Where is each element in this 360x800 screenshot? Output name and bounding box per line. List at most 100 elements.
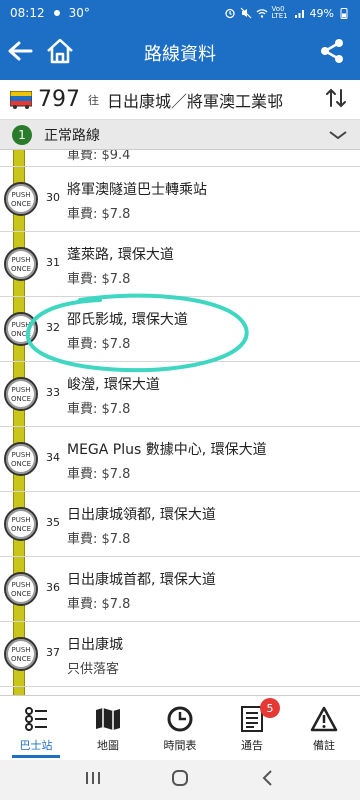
battery-icon (338, 7, 350, 19)
variant-badge: 1 (12, 124, 32, 145)
once-text: ONCE (11, 590, 31, 598)
tab-label: 時間表 (163, 738, 197, 752)
signal-icon (294, 7, 306, 19)
stop-sequence: 36 (46, 581, 60, 594)
stop-row[interactable]: PUSH ONCE 36 日出康城首都, 環保大道 車費: $7.8 (0, 557, 360, 622)
route-variant-selector[interactable]: 1 正常路線 (0, 120, 360, 150)
stop-name: 日出康城領都, 環保大道 (67, 507, 216, 523)
stop-name: MEGA Plus 數據中心, 環保大道 (67, 442, 267, 458)
stop-row[interactable]: PUSH ONCE 31 蓬萊路, 環保大道 車費: $7.8 (0, 232, 360, 297)
status-time: 08:12 (10, 6, 45, 20)
status-battery: 49% (309, 6, 334, 20)
swap-arrows-icon (324, 86, 348, 114)
route-header: 797 往 日出康城／將軍澳工業邨 (0, 80, 360, 120)
push-once-icon: PUSH ONCE (4, 507, 38, 541)
stop-sequence: 37 (46, 646, 60, 659)
system-nav-bar (0, 760, 360, 800)
variant-label: 正常路線 (44, 127, 100, 144)
push-text: PUSH (11, 321, 30, 329)
once-text: ONCE (11, 655, 31, 663)
push-text: PUSH (11, 451, 30, 459)
stop-fare: 車費: $9.4 (67, 150, 131, 163)
stop-sequence: 35 (46, 516, 60, 529)
recent-apps-button[interactable] (78, 765, 108, 795)
stop-name: 蓬萊路, 環保大道 (67, 247, 174, 263)
alarm-icon (224, 7, 236, 19)
stop-name: 邵氏影城, 環保大道 (67, 312, 188, 328)
stop-row[interactable]: 車費: $9.4 (0, 150, 360, 167)
once-text: ONCE (11, 330, 31, 338)
home-circle-icon (171, 769, 189, 791)
tab-timetable[interactable]: 時間表 (144, 696, 216, 760)
push-once-icon: PUSH ONCE (4, 247, 38, 281)
stop-fare: 車費: $7.8 (67, 467, 131, 482)
push-once-icon: PUSH ONCE (4, 572, 38, 606)
map-icon (93, 704, 123, 734)
status-left: 08:12 30° (10, 6, 90, 20)
stop-sequence: 33 (46, 386, 60, 399)
stop-row[interactable]: PUSH ONCE 35 日出康城領都, 環保大道 車費: $7.8 (0, 492, 360, 557)
swap-direction-button[interactable] (322, 86, 350, 114)
tab-notices[interactable]: 5 通告 (216, 696, 288, 760)
once-text: ONCE (11, 200, 31, 208)
weather-icon (51, 7, 63, 19)
once-text: ONCE (11, 395, 31, 403)
stop-name: 將軍澳隧道巴士轉乘站 (67, 182, 207, 198)
push-once-icon: PUSH ONCE (4, 442, 38, 476)
notice-count-badge: 5 (260, 698, 280, 718)
stop-row[interactable]: PUSH ONCE 32 邵氏影城, 環保大道 車費: $7.8 (0, 297, 360, 362)
push-text: PUSH (11, 256, 30, 264)
stop-list[interactable]: 車費: $9.4 PUSH ONCE 30 將軍澳隧道巴士轉乘站 車費: $7.8… (0, 150, 360, 695)
stop-fare: 車費: $7.8 (67, 337, 131, 352)
tab-remarks[interactable]: 備註 (288, 696, 360, 760)
status-right: Vo0 LTE1 49% (224, 6, 350, 20)
stop-name: 日出康城 (67, 637, 123, 653)
push-text: PUSH (11, 581, 30, 589)
tab-label: 備註 (313, 738, 335, 752)
status-temp: 30° (68, 6, 90, 20)
stop-row[interactable]: PUSH ONCE 33 峻瀅, 環保大道 車費: $7.8 (0, 362, 360, 427)
stop-fare: 車費: $7.8 (67, 402, 131, 417)
recent-apps-icon (84, 770, 102, 790)
push-once-icon: PUSH ONCE (4, 637, 38, 671)
tab-bus-stops[interactable]: 巴士站 (0, 696, 72, 760)
stop-sequence: 34 (46, 451, 60, 464)
tab-map[interactable]: 地圖 (72, 696, 144, 760)
stop-sequence: 30 (46, 191, 60, 204)
home-nav-button[interactable] (165, 765, 195, 795)
stop-row[interactable]: PUSH ONCE 30 將軍澳隧道巴士轉乘站 車費: $7.8 (0, 167, 360, 232)
bus-stop-icon (21, 704, 51, 734)
mute-icon (240, 7, 252, 19)
push-once-icon: PUSH ONCE (4, 182, 38, 216)
stop-sequence: 32 (46, 321, 60, 334)
share-button[interactable] (312, 26, 352, 80)
stop-fare: 車費: $7.8 (67, 532, 131, 547)
status-network: Vo0 LTE1 (271, 5, 288, 20)
route-destination: 日出康城／將軍澳工業邨 (107, 91, 284, 111)
push-text: PUSH (11, 646, 30, 654)
once-text: ONCE (11, 265, 31, 273)
stop-name: 峻瀅, 環保大道 (67, 377, 160, 393)
wifi-icon (256, 7, 268, 19)
route-number: 797 (38, 87, 80, 112)
stop-fare: 車費: $7.8 (67, 272, 131, 287)
stop-row[interactable]: PUSH ONCE 34 MEGA Plus 數據中心, 環保大道 車費: $7.… (0, 427, 360, 492)
chevron-down-icon (328, 125, 348, 145)
back-arrow-icon (7, 40, 33, 66)
back-nav-button[interactable] (252, 765, 282, 795)
stop-sequence: 31 (46, 256, 60, 269)
home-button[interactable] (40, 26, 80, 80)
bus-company-icon (9, 90, 33, 109)
back-button[interactable] (0, 26, 40, 80)
tab-label: 通告 (241, 738, 263, 752)
share-icon (319, 38, 345, 68)
push-once-icon: PUSH ONCE (4, 312, 38, 346)
stop-row[interactable]: PUSH ONCE 37 日出康城 只供落客 (0, 622, 360, 687)
push-text: PUSH (11, 386, 30, 394)
app-bar: 路線資料 (0, 26, 360, 80)
push-text: PUSH (11, 516, 30, 524)
back-chevron-icon (260, 769, 274, 791)
clock-icon (165, 704, 195, 734)
status-bar: 08:12 30° Vo0 LTE1 49% (0, 0, 360, 26)
route-to-label: 往 (88, 93, 99, 107)
